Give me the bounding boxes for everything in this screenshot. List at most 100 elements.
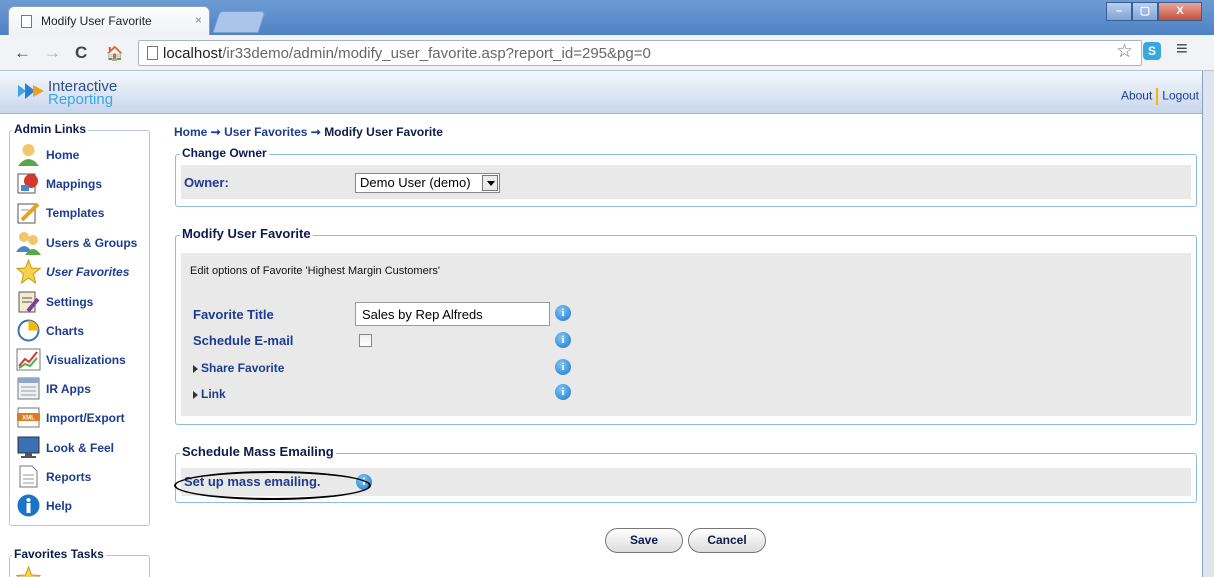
- forward-button[interactable]: →: [44, 43, 61, 63]
- url-text: localhost/ir33demo/admin/modify_user_fav…: [163, 45, 651, 62]
- document-icon: [19, 465, 38, 488]
- users-icon: [16, 232, 41, 255]
- info-icon[interactable]: i: [555, 305, 571, 321]
- caret-right-icon: [193, 364, 198, 373]
- window-controls: – ▢ X: [1106, 2, 1202, 21]
- browser-tabstrip: Modify User Favorite × – ▢ X: [0, 0, 1214, 36]
- sidebar-item-label: Import/Export: [46, 410, 125, 425]
- brand-line2: Reporting: [48, 91, 114, 108]
- info-icon[interactable]: i: [555, 359, 571, 375]
- breadcrumb-current: Modify User Favorite: [324, 125, 443, 139]
- mappings-icon: [17, 173, 38, 194]
- sidebar-item-label: Reports: [46, 469, 92, 484]
- highlight-ellipse: [174, 471, 371, 500]
- sidebar-item-label: IR Apps: [46, 381, 91, 396]
- sidebar-item-label: Charts: [46, 323, 85, 338]
- apps-icon: [17, 377, 40, 400]
- new-tab-button[interactable]: [212, 11, 266, 33]
- sidebar-item-label: Help: [46, 498, 73, 513]
- page-icon: [21, 15, 32, 28]
- info-icon[interactable]: i: [555, 332, 571, 348]
- logout-link[interactable]: Logout: [1162, 89, 1199, 103]
- sidebar-item-import-export[interactable]: XML Import/Export: [16, 404, 125, 431]
- sidebar-item-label: User Favorites: [46, 264, 130, 279]
- sidebar-item-look-feel[interactable]: Look & Feel: [16, 434, 114, 461]
- sidebar-item-help[interactable]: Help: [16, 492, 72, 519]
- window-edge: [1202, 71, 1214, 577]
- sidebar-item-label: Visualizations: [46, 352, 126, 367]
- user-icon: [18, 144, 39, 166]
- admin-links-title: Admin Links: [12, 122, 89, 136]
- modify-favorite-legend: Modify User Favorite: [180, 226, 313, 241]
- owner-select-value: Demo User (demo): [360, 175, 471, 190]
- link-toggle[interactable]: Link: [193, 387, 226, 401]
- change-owner-panel: Change Owner Owner: Demo User (demo): [175, 146, 1197, 207]
- page-icon: [147, 46, 158, 60]
- sidebar-item-ir-apps[interactable]: IR Apps: [16, 375, 91, 402]
- breadcrumb-home[interactable]: Home: [174, 125, 207, 139]
- tab-title: Modify User Favorite: [41, 14, 152, 28]
- header-separator: [1156, 88, 1159, 105]
- sidebar-item-reports[interactable]: Reports: [16, 463, 91, 490]
- reload-button[interactable]: C: [75, 43, 87, 63]
- caret-right-icon: [193, 390, 198, 399]
- modify-favorite-body: Edit options of Favorite 'Highest Margin…: [181, 253, 1191, 416]
- templates-icon: [17, 202, 40, 224]
- home-button[interactable]: 🏠: [106, 45, 123, 62]
- address-bar[interactable]: localhost/ir33demo/admin/modify_user_fav…: [138, 40, 1142, 66]
- owner-label: Owner:: [184, 175, 229, 190]
- bookmark-star-icon[interactable]: ☆: [1116, 40, 1133, 63]
- breadcrumb-separator: ➞: [307, 125, 325, 139]
- schedule-email-label: Schedule E-mail: [193, 333, 294, 348]
- schedule-email-checkbox[interactable]: [359, 334, 372, 347]
- breadcrumb: Home ➞ User Favorites ➞ Modify User Favo…: [174, 125, 443, 139]
- sidebar-item-templates[interactable]: Templates: [16, 199, 104, 226]
- back-button[interactable]: ←: [14, 43, 31, 63]
- mass-email-legend: Schedule Mass Emailing: [180, 444, 336, 459]
- close-window-button[interactable]: X: [1158, 2, 1202, 21]
- breadcrumb-separator: ➞: [207, 125, 225, 139]
- sidebar-item-label: Mappings: [46, 176, 102, 191]
- sidebar-item-settings[interactable]: Settings: [16, 288, 93, 315]
- change-owner-body: Owner: Demo User (demo): [181, 165, 1191, 199]
- favorite-title-input[interactable]: [355, 302, 550, 326]
- owner-select[interactable]: Demo User (demo): [355, 173, 500, 193]
- cancel-button[interactable]: Cancel: [688, 528, 766, 553]
- pie-chart-icon: [17, 319, 40, 342]
- share-favorite-toggle[interactable]: Share Favorite: [193, 361, 284, 375]
- tab-close-icon[interactable]: ×: [195, 13, 202, 27]
- logo-icon: [18, 83, 44, 99]
- favorites-tasks-panel: Favorites Tasks: [9, 547, 150, 577]
- app-header: Interactive Reporting About Logout: [0, 71, 1202, 114]
- breadcrumb-user-favorites[interactable]: User Favorites: [224, 125, 307, 139]
- svg-text:XML: XML: [22, 416, 35, 422]
- share-favorite-label: Share Favorite: [201, 361, 285, 375]
- minimize-button[interactable]: –: [1106, 2, 1132, 21]
- sidebar-item-home[interactable]: Home: [16, 141, 79, 168]
- maximize-button[interactable]: ▢: [1132, 2, 1158, 21]
- sidebar-item-charts[interactable]: Charts: [16, 317, 84, 344]
- sidebar-item-user-favorites[interactable]: User Favorites: [16, 258, 129, 285]
- line-chart-icon: [16, 348, 41, 371]
- browser-tab[interactable]: Modify User Favorite ×: [8, 6, 210, 36]
- sidebar-item-mappings[interactable]: Mappings: [16, 170, 102, 197]
- info-icon[interactable]: i: [555, 384, 571, 400]
- about-link[interactable]: About: [1121, 89, 1152, 103]
- xml-icon: XML: [17, 407, 40, 428]
- browser-toolbar: ← → C 🏠 localhost/ir33demo/admin/modify_…: [0, 35, 1214, 71]
- change-owner-legend: Change Owner: [180, 146, 269, 160]
- extension-icon[interactable]: S: [1143, 42, 1161, 60]
- settings-icon: [18, 291, 40, 313]
- favorite-description: Edit options of Favorite 'Highest Margin…: [190, 265, 440, 277]
- info-icon: [17, 494, 40, 517]
- sidebar-item-label: Home: [46, 147, 80, 162]
- save-button[interactable]: Save: [605, 528, 683, 553]
- menu-icon[interactable]: ≡: [1176, 38, 1188, 61]
- modify-favorite-panel: Modify User Favorite Edit options of Fav…: [175, 226, 1197, 425]
- star-icon: [16, 566, 41, 577]
- sidebar-item-label: Look & Feel: [46, 440, 115, 455]
- favorites-tasks-title: Favorites Tasks: [12, 547, 106, 561]
- sidebar-item-label: Templates: [46, 205, 105, 220]
- sidebar-item-users-groups[interactable]: Users & Groups: [16, 229, 137, 256]
- sidebar-item-visualizations[interactable]: Visualizations: [16, 346, 126, 373]
